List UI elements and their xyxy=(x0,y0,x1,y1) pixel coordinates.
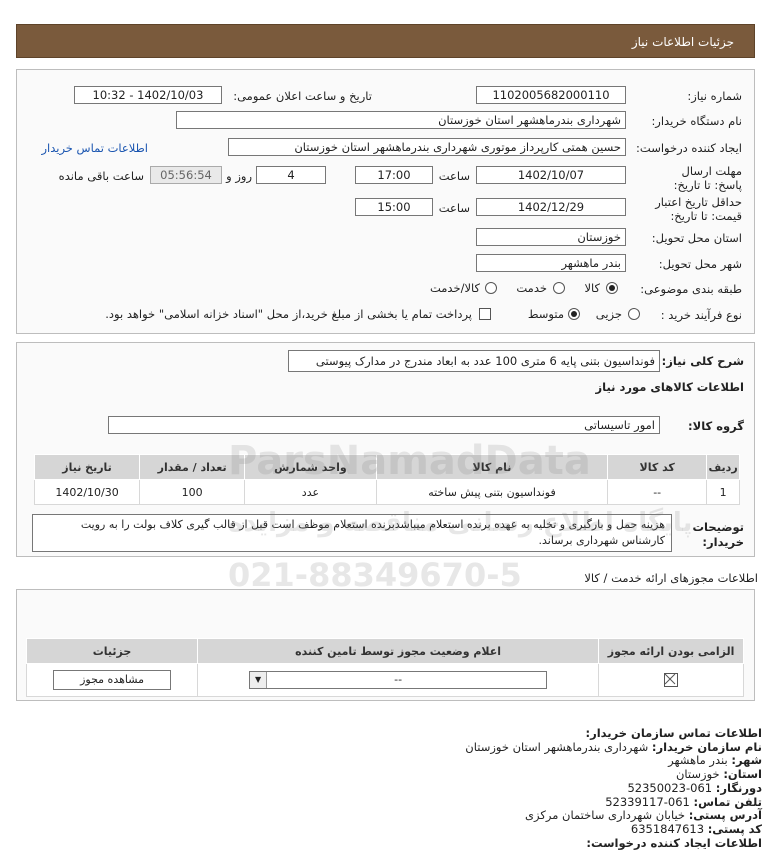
page-header: جزئیات اطلاعات نیاز xyxy=(16,24,755,58)
category-radio-goods[interactable] xyxy=(606,282,618,294)
contact-city-value: بندر ماهشهر xyxy=(668,753,728,767)
col-license-details: جزئیات xyxy=(25,638,199,664)
col-row: ردیف xyxy=(706,454,740,480)
announce-label: تاریخ و ساعت اعلان عمومی: xyxy=(233,89,372,103)
col-code: کد کالا xyxy=(607,454,708,480)
reply-date-field[interactable]: 1402/10/07 xyxy=(476,166,626,184)
process-label: نوع فرآیند خرید : xyxy=(660,308,742,322)
buyer-org-label: نام دستگاه خریدار: xyxy=(651,114,742,128)
contact-postal: کد پستی: 6351847613 xyxy=(631,822,762,836)
buyer-notes-label: توضیحات خریدار: xyxy=(692,520,745,549)
province-field[interactable]: خوزستان xyxy=(476,228,626,246)
licenses-table-header: الزامی بودن ارائه مجوز اعلام وضعیت مجوز … xyxy=(25,638,744,664)
col-license-status: اعلام وضعیت مجوز توسط تامین کننده xyxy=(197,638,600,664)
summary-field[interactable]: فونداسیون بتنی پایه 6 متری 100 عدد به اب… xyxy=(288,350,660,372)
contact-phone-value: 061-52339117 xyxy=(605,795,690,809)
goods-group-field[interactable]: امور تاسیساتی xyxy=(108,416,660,434)
validity-date-field[interactable]: 1402/12/29 xyxy=(476,198,626,216)
process-option-minor: جزیی xyxy=(595,307,622,321)
table-row: -- ▼ مشاهده مجوز xyxy=(25,663,744,697)
contact-province: استان: خوزستان xyxy=(676,767,762,781)
cell-qty: 100 xyxy=(139,479,246,505)
cell-row: 1 xyxy=(706,479,740,505)
buyer-contact-link[interactable]: اطلاعات تماس خریدار xyxy=(41,141,148,155)
required-checkbox-icon xyxy=(664,673,679,687)
contact-title: اطلاعات تماس سازمان خریدار: xyxy=(585,726,762,740)
process-radio-medium[interactable] xyxy=(568,308,580,320)
contact-phone: تلفن تماس: 061-52339117 xyxy=(605,795,762,809)
process-radio-minor[interactable] xyxy=(628,308,640,320)
summary-label: شرح کلی نیاز: xyxy=(661,354,744,368)
province-label: استان محل تحویل: xyxy=(651,231,742,245)
licenses-table: الزامی بودن ارائه مجوز اعلام وضعیت مجوز … xyxy=(25,638,744,697)
goods-table-header: ردیف کد کالا نام کالا واحد شمارش تعداد /… xyxy=(33,454,740,480)
city-field[interactable]: بندر ماهشهر xyxy=(476,254,626,272)
category-radio-both[interactable] xyxy=(485,282,497,294)
cell-date: 1402/10/30 xyxy=(33,479,141,505)
contact-org-label: نام سازمان خریدار: xyxy=(651,740,762,754)
cell-name: فونداسیون بتنی پیش ساخته xyxy=(375,479,609,505)
reply-time-field[interactable]: 17:00 xyxy=(355,166,433,184)
remaining-time-field: 05:56:54 xyxy=(150,166,222,184)
contact-fax: دورنگار: 061-52350023 xyxy=(627,781,762,795)
treasury-note: پرداخت تمام یا بخشی از مبلغ خرید،از محل … xyxy=(105,307,472,321)
contact-org-value: شهرداری بندرماهشهر استان خوزستان xyxy=(465,740,649,754)
goods-table: ردیف کد کالا نام کالا واحد شمارش تعداد /… xyxy=(33,454,740,505)
goods-group-label: گروه کالا: xyxy=(688,419,744,433)
contact-address: آدرس پستی: خیابان شهرداری ساختمان مرکزی xyxy=(525,808,762,822)
city-label: شهر محل تحویل: xyxy=(658,257,742,271)
category-label: طبقه بندی موضوعی: xyxy=(640,282,742,296)
buyer-org-field[interactable]: شهرداری بندرماهشهر استان خوزستان xyxy=(176,111,626,129)
contact-fax-label: دورنگار: xyxy=(715,781,762,795)
contact-postal-value: 6351847613 xyxy=(630,822,705,836)
cell-unit: عدد xyxy=(244,479,377,505)
price-validity-label: حداقل تاریخ اعتبار قیمت: تا تاریخ: xyxy=(655,195,742,223)
contact-city: شهر: بندر ماهشهر xyxy=(668,753,762,767)
contact-province-label: استان: xyxy=(723,767,762,781)
contact-address-label: آدرس پستی: xyxy=(688,808,762,822)
page-title: جزئیات اطلاعات نیاز xyxy=(631,35,734,49)
buyer-notes-field: هزینه حمل و بارگیری و تخلیه به عهده برند… xyxy=(32,514,672,552)
reply-deadline-label: مهلت ارسال پاسخ: تا تاریخ: xyxy=(673,164,742,192)
category-option-service: خدمت xyxy=(516,281,547,295)
validity-time-label: ساعت xyxy=(438,201,470,215)
license-status-select[interactable]: -- ▼ xyxy=(249,671,548,689)
validity-time-field[interactable]: 15:00 xyxy=(355,198,433,216)
contact-phone-label: تلفن تماس: xyxy=(693,795,762,809)
category-option-both: کالا/خدمت xyxy=(429,281,480,295)
contact-postal-label: کد پستی: xyxy=(707,822,762,836)
chevron-down-icon[interactable]: ▼ xyxy=(250,672,268,688)
reply-time-label: ساعت xyxy=(438,169,470,183)
creator-field[interactable]: حسین همتی کارپرداز موتوری شهرداری بندرما… xyxy=(228,138,626,156)
contact-creator-partial: اطلاعات ایجاد کننده درخواست: xyxy=(586,836,762,850)
table-row[interactable]: 1 -- فونداسیون بتنی پیش ساخته عدد 100 14… xyxy=(33,479,740,505)
category-option-goods: کالا xyxy=(584,281,600,295)
process-option-medium: متوسط xyxy=(527,307,564,321)
creator-label: ایجاد کننده درخواست: xyxy=(636,141,742,155)
contact-org: نام سازمان خریدار: شهرداری بندرماهشهر اس… xyxy=(465,740,762,754)
need-number-label: شماره نیاز: xyxy=(687,89,742,103)
col-qty: تعداد / مقدار xyxy=(139,454,246,480)
col-name: نام کالا xyxy=(375,454,609,480)
license-status-value: -- xyxy=(394,673,403,686)
cell-code: -- xyxy=(607,479,708,505)
col-date: تاریخ نیاز xyxy=(33,454,141,480)
category-radio-service[interactable] xyxy=(553,282,565,294)
need-number-field[interactable]: 1102005682000110 xyxy=(476,86,626,104)
licenses-title: اطلاعات مجوزهای ارائه خدمت / کالا xyxy=(584,571,758,585)
contact-province-value: خوزستان xyxy=(675,767,720,781)
days-label: روز و xyxy=(226,169,252,183)
contact-fax-value: 061-52350023 xyxy=(627,781,713,795)
view-license-button[interactable]: مشاهده مجوز xyxy=(53,670,172,690)
goods-info-title: اطلاعات کالاهای مورد نیاز xyxy=(595,380,744,394)
contact-city-label: شهر: xyxy=(731,753,762,767)
col-license-required: الزامی بودن ارائه مجوز xyxy=(598,638,744,664)
contact-address-value: خیابان شهرداری ساختمان مرکزی xyxy=(525,808,686,822)
col-unit: واحد شمارش xyxy=(244,454,377,480)
days-field[interactable]: 4 xyxy=(256,166,326,184)
remaining-label: ساعت باقی مانده xyxy=(58,169,144,183)
announce-date-field[interactable]: 1402/10/03 - 10:32 xyxy=(74,86,222,104)
treasury-checkbox[interactable] xyxy=(479,308,491,320)
